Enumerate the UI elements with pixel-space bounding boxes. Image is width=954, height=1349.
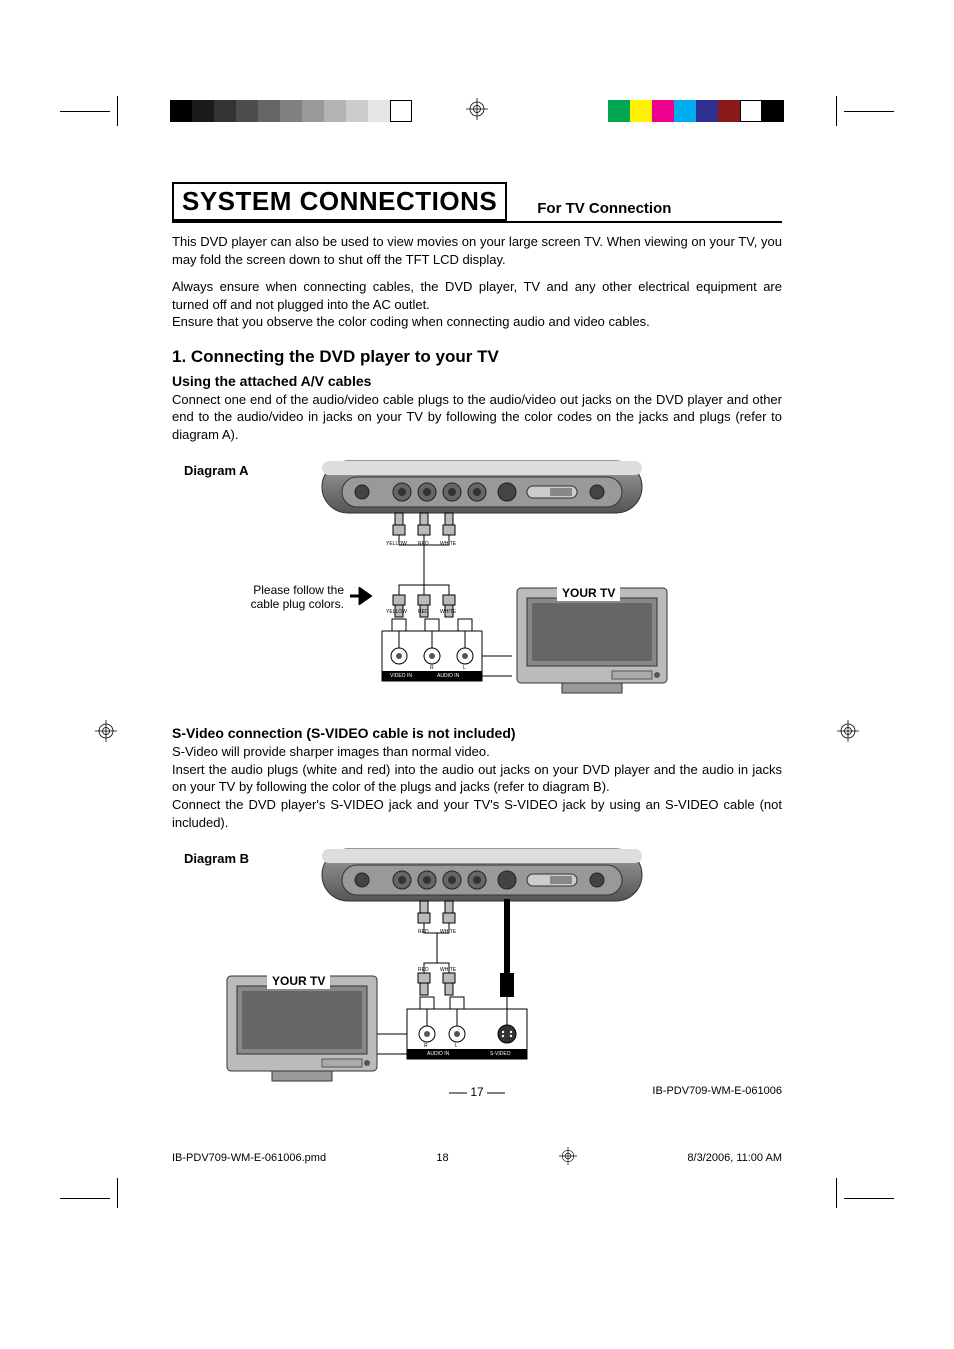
crop-tick-right xyxy=(836,96,837,126)
bottom-crop-marks xyxy=(0,1178,954,1238)
page-subtitle: For TV Connection xyxy=(537,200,671,221)
plug-white-b2: WHITE xyxy=(440,967,456,973)
plug-red-b: RED xyxy=(418,929,429,935)
your-tv-label-b: YOUR TV xyxy=(267,973,330,989)
registration-mark-footer-icon xyxy=(559,1147,577,1168)
audio-in-label: AUDIO IN xyxy=(437,673,459,679)
follow-line1: Please follow the xyxy=(253,583,344,597)
sub2-heading: S-Video connection (S-VIDEO cable is not… xyxy=(172,725,782,741)
diagram-b-label: Diagram B xyxy=(184,851,249,866)
svideo-label: S-VIDEO xyxy=(490,1051,511,1057)
diagram-a: Diagram A xyxy=(172,453,782,713)
title-row: SYSTEM CONNECTIONS For TV Connection xyxy=(172,182,782,223)
sub2-p3: Connect the DVD player's S-VIDEO jack an… xyxy=(172,796,782,831)
print-calibration-bar xyxy=(60,100,894,122)
sub2-p2: Insert the audio plugs (white and red) i… xyxy=(172,761,782,796)
plug-yellow-label-2: YELLOW xyxy=(386,609,407,615)
color-swatches xyxy=(608,100,784,122)
follow-text: Please follow the cable plug colors. xyxy=(204,583,344,611)
plug-red-label-2: RED xyxy=(418,609,429,615)
l-label: L xyxy=(463,665,466,671)
sub2-p1: S-Video will provide sharper images than… xyxy=(172,743,782,761)
plug-white-label-2: WHITE xyxy=(440,609,456,615)
crop-tick-left xyxy=(117,96,118,126)
crop-line-left xyxy=(60,111,110,112)
sub1-text: Connect one end of the audio/video cable… xyxy=(172,391,782,444)
registration-mark-right-icon xyxy=(837,720,859,747)
crop-line-right xyxy=(844,111,894,112)
registration-mark-left-icon xyxy=(95,720,117,747)
intro-p2: Always ensure when connecting cables, th… xyxy=(172,278,782,313)
intro-p3: Ensure that you observe the color coding… xyxy=(172,313,782,331)
registration-mark-icon xyxy=(466,98,488,125)
plug-white-b: WHITE xyxy=(440,929,456,935)
page-num-value: 17 xyxy=(470,1085,483,1099)
diagram-b: Diagram B xyxy=(172,841,782,1081)
r-label-b: R xyxy=(424,1043,428,1049)
audio-in-b: AUDIO IN xyxy=(427,1051,449,1057)
arrow-icon xyxy=(350,587,376,610)
plug-white-label: WHITE xyxy=(440,541,456,547)
footer-file: IB-PDV709-WM-E-061006.pmd xyxy=(172,1152,326,1164)
follow-line2: cable plug colors. xyxy=(251,597,344,611)
your-tv-label: YOUR TV xyxy=(557,585,620,601)
sub1-heading: Using the attached A/V cables xyxy=(172,373,782,389)
plug-red-label: RED xyxy=(418,541,429,547)
page-title: SYSTEM CONNECTIONS xyxy=(172,182,507,221)
plug-yellow-label: YELLOW xyxy=(386,541,407,547)
footer-date: 8/3/2006, 11:00 AM xyxy=(687,1152,782,1164)
document-page: SYSTEM CONNECTIONS For TV Connection Thi… xyxy=(172,132,782,1107)
r-label: R xyxy=(430,665,434,671)
plug-red-b2: RED xyxy=(418,967,429,973)
intro-p1: This DVD player can also be used to view… xyxy=(172,233,782,268)
section1-heading: 1. Connecting the DVD player to your TV xyxy=(172,347,782,367)
grayscale-swatches xyxy=(170,100,412,122)
diagram-a-label: Diagram A xyxy=(184,463,249,478)
video-in-label: VIDEO IN xyxy=(390,673,412,679)
footer-sheet: 18 xyxy=(436,1152,448,1164)
l-label-b: L xyxy=(455,1043,458,1049)
print-footer: IB-PDV709-WM-E-061006.pmd 18 8/3/2006, 1… xyxy=(172,1147,782,1168)
